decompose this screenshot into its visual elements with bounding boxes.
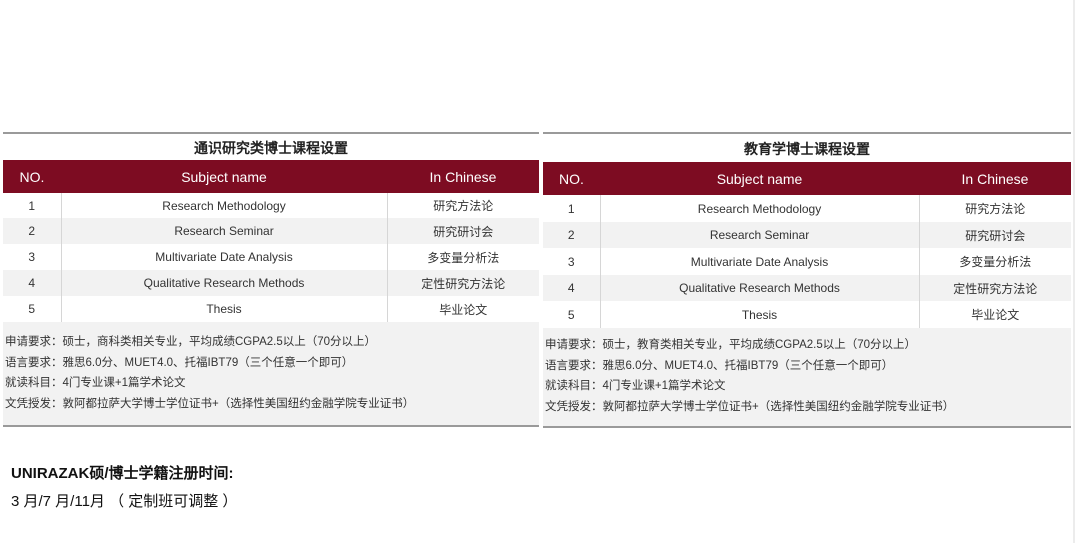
row-subject: Research Methodology (599, 195, 920, 222)
row-no: 2 (3, 218, 61, 244)
registration-title: UNIRAZAK硕/博士学籍注册时间: (11, 465, 234, 482)
row-subject: Research Methodology (60, 193, 388, 218)
note-line: 文凭授发：敦阿都拉萨大学博士学位证书+（选择性美国纽约金融学院专业证书） (545, 400, 955, 413)
table-row: 1 Research Methodology 研究方法论 (543, 195, 1071, 222)
header-subject: Subject name (61, 160, 387, 193)
note-line: 就读科目：4门专业课+1篇学术论文 (545, 380, 726, 392)
row-subject: Qualitative Research Methods (599, 275, 920, 301)
left-course-panel: 通识研究类博士课程设置 NO. Subject name In Chinese … (3, 132, 539, 427)
row-chinese: 定性研究方法论 (387, 270, 539, 296)
row-subject: Research Seminar (60, 218, 388, 244)
row-chinese: 毕业论文 (919, 301, 1071, 328)
row-chinese: 研究研讨会 (387, 218, 539, 244)
table-row: 5 Thesis 毕业论文 (3, 296, 539, 322)
row-chinese: 毕业论文 (387, 296, 539, 322)
row-chinese: 研究方法论 (387, 193, 539, 218)
table-row: 4 Qualitative Research Methods 定性研究方法论 (3, 270, 539, 296)
row-no: 2 (543, 222, 600, 248)
right-course-table: NO. Subject name In Chinese 1 Research M… (543, 162, 1071, 328)
row-no: 1 (543, 195, 600, 222)
note-line: 语言要求：雅思6.0分、MUET4.0、托福IBT79（三个任意一个即可） (545, 359, 894, 372)
table-header-row: NO. Subject name In Chinese (543, 162, 1071, 195)
table-row: 3 Multivariate Date Analysis 多变量分析法 (543, 248, 1071, 275)
header-no: NO. (543, 162, 600, 195)
row-subject: Research Seminar (599, 222, 920, 248)
note-line: 语言要求：雅思6.0分、MUET4.0、托福IBT79（三个任意一个即可） (5, 356, 354, 369)
row-subject: Multivariate Date Analysis (599, 248, 920, 275)
table-row: 3 Multivariate Date Analysis 多变量分析法 (3, 244, 539, 270)
row-no: 4 (543, 275, 600, 301)
row-subject: Qualitative Research Methods (60, 270, 388, 296)
row-chinese: 多变量分析法 (387, 244, 539, 270)
row-no: 3 (543, 248, 600, 275)
left-panel-title: 通识研究类博士课程设置 (3, 132, 539, 160)
header-chinese: In Chinese (387, 160, 539, 193)
row-no: 1 (3, 193, 61, 218)
page-edge-rule (1073, 0, 1075, 543)
header-no: NO. (3, 160, 61, 193)
note-line: 申请要求：硕士，教育类相关专业，平均成绩CGPA2.5以上（70分以上） (545, 339, 917, 351)
table-row: 1 Research Methodology 研究方法论 (3, 193, 539, 218)
note-line: 申请要求：硕士，商科类相关专业，平均成绩CGPA2.5以上（70分以上） (5, 336, 377, 348)
table-row: 4 Qualitative Research Methods 定性研究方法论 (543, 275, 1071, 301)
row-subject: Thesis (60, 296, 388, 322)
row-chinese: 研究研讨会 (919, 222, 1071, 248)
table-row: 2 Research Seminar 研究研讨会 (3, 218, 539, 244)
row-chinese: 多变量分析法 (919, 248, 1071, 275)
row-no: 3 (3, 244, 61, 270)
row-subject: Thesis (599, 301, 920, 328)
table-header-row: NO. Subject name In Chinese (3, 160, 539, 193)
left-requirements-notes: 申请要求：硕士，商科类相关专业，平均成绩CGPA2.5以上（70分以上） 语言要… (3, 322, 539, 427)
row-no: 5 (3, 296, 61, 322)
header-chinese: In Chinese (919, 162, 1071, 195)
registration-dates: 3 月/7 月/11月 （ 定制班可调整 ） (11, 493, 238, 510)
header-subject: Subject name (600, 162, 919, 195)
right-course-panel: 教育学博士课程设置 NO. Subject name In Chinese 1 … (543, 132, 1071, 428)
right-requirements-notes: 申请要求：硕士，教育类相关专业，平均成绩CGPA2.5以上（70分以上） 语言要… (543, 328, 1071, 428)
row-chinese: 研究方法论 (919, 195, 1071, 222)
note-line: 就读科目：4门专业课+1篇学术论文 (5, 377, 186, 389)
row-subject: Multivariate Date Analysis (60, 244, 388, 270)
table-row: 2 Research Seminar 研究研讨会 (543, 222, 1071, 248)
right-panel-title: 教育学博士课程设置 (543, 132, 1071, 162)
note-line: 文凭授发：敦阿都拉萨大学博士学位证书+（选择性美国纽约金融学院专业证书） (5, 397, 415, 410)
table-row: 5 Thesis 毕业论文 (543, 301, 1071, 328)
row-no: 4 (3, 270, 61, 296)
row-no: 5 (543, 301, 600, 328)
row-chinese: 定性研究方法论 (919, 275, 1071, 301)
left-course-table: NO. Subject name In Chinese 1 Research M… (3, 160, 539, 322)
